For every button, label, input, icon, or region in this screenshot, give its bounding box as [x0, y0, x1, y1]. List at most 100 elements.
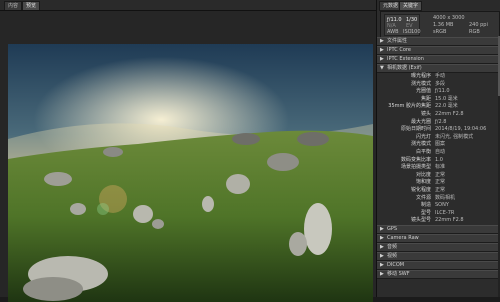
- exif-row: 焦距 15.0 毫米: [377, 96, 500, 103]
- exif-row: 制造 SONY: [377, 202, 500, 209]
- exif-key: 白平衡: [415, 149, 431, 155]
- exif-value: 数码相机: [435, 194, 456, 201]
- section-video[interactable]: ▶ 视频: [377, 252, 500, 261]
- exif-row: 35mm 胶片的焦距 22.0 毫米: [377, 103, 500, 110]
- exif-key: 镜头: [420, 111, 431, 117]
- exif-value: ILCE-7R: [435, 209, 455, 216]
- exif-row: 最大光圈 ƒ/2.8: [377, 119, 500, 126]
- tab-content[interactable]: 内容: [4, 1, 23, 10]
- section-gps[interactable]: ▶ GPS: [377, 225, 500, 234]
- section-iptc-extension[interactable]: ▶ IPTC Extension: [377, 55, 500, 64]
- exif-value: 2014/8/19, 19:04:06: [435, 126, 487, 133]
- awb-label: AWB: [387, 29, 399, 35]
- section-label: Camera Raw: [387, 235, 419, 241]
- exif-row: 场景拍摄类型 标准: [377, 164, 500, 171]
- exif-key: 曝光程序: [410, 73, 431, 79]
- exif-row: 镜头型号 22mm F2.8: [377, 217, 500, 224]
- exif-key: 光圈值: [415, 88, 431, 95]
- exif-key: 型号: [420, 209, 431, 216]
- chevron-right-icon: ▶: [380, 271, 384, 277]
- landscape-photo: [8, 44, 373, 302]
- exif-value: 22.0 毫米: [435, 103, 458, 110]
- exif-row: 白平衡 自动: [377, 149, 500, 156]
- metadata-panel: 元数据 关键字 ƒ/11.0 1/30 N/A EV AWB ISO 100 4…: [376, 0, 500, 297]
- exif-row: 锐化程度 正常: [377, 187, 500, 194]
- exif-key: 对比度: [415, 171, 431, 178]
- exif-key: 闪光灯: [415, 133, 431, 140]
- section-label: GPS: [387, 226, 398, 232]
- preview-pane: [0, 11, 376, 302]
- exif-value: 15.0 毫米: [435, 95, 458, 102]
- section-label: 相机数据 (Exif): [387, 65, 422, 71]
- section-label: 文件属性: [387, 38, 408, 44]
- exif-value: 22mm F2.8: [435, 217, 464, 224]
- exif-key: 数码变焦比率: [400, 156, 431, 163]
- file-size: 1.36 MB: [433, 22, 454, 28]
- exif-value: 1.0: [435, 156, 443, 163]
- chevron-right-icon: ▶: [380, 47, 384, 53]
- exif-key: 最大光圈: [410, 118, 431, 125]
- section-label: 视频: [387, 253, 398, 259]
- exif-key: 制造: [420, 202, 431, 209]
- iso-value: 100: [411, 29, 421, 35]
- exif-key: 原始日期时间: [400, 126, 431, 133]
- exif-value: 22mm F2.8: [435, 111, 464, 117]
- exif-value: 多段: [435, 80, 446, 87]
- exif-value: 未闪光, 强制模式: [435, 133, 474, 140]
- exposure-summary: ƒ/11.0 1/30 N/A EV AWB ISO 100: [384, 14, 421, 36]
- section-label: IPTC Extension: [387, 56, 424, 62]
- resolution: 240 ppi: [469, 22, 488, 28]
- exif-row: 曝光程序 手动: [377, 73, 500, 80]
- exif-row: 数码变焦比率 1.0: [377, 157, 500, 164]
- exif-value: 手动: [435, 73, 446, 79]
- exif-value: 正常: [435, 187, 446, 193]
- exif-key: 35mm 胶片的焦距: [388, 103, 431, 110]
- exposure-info-box: ƒ/11.0 1/30 N/A EV AWB ISO 100 4000 x 30…: [380, 11, 500, 38]
- section-audio[interactable]: ▶ 音频: [377, 243, 500, 252]
- exif-row: 镜头 22mm F2.8: [377, 111, 500, 118]
- chevron-down-icon: ▼: [380, 65, 384, 71]
- section-exif[interactable]: ▼ 相机数据 (Exif): [377, 64, 500, 73]
- chevron-right-icon: ▶: [380, 262, 384, 268]
- tab-preview[interactable]: 预览: [22, 1, 41, 10]
- exif-row: 饱和度 正常: [377, 179, 500, 186]
- exif-value: SONY: [435, 202, 449, 209]
- section-label: DICOM: [387, 262, 405, 268]
- exif-value: ƒ/11.0: [435, 88, 450, 95]
- exif-key: 测光模式: [410, 80, 431, 87]
- chevron-right-icon: ▶: [380, 226, 384, 232]
- color-mode: RGB: [469, 29, 480, 35]
- section-file-properties[interactable]: ▶ 文件属性: [377, 37, 500, 46]
- exif-value: 标准: [435, 164, 446, 171]
- exif-row: 光圈值 ƒ/11.0: [377, 88, 500, 95]
- exif-row: 闪光灯 未闪光, 强制模式: [377, 134, 500, 141]
- exif-row: 测光模式 图案: [377, 141, 500, 148]
- section-dicom[interactable]: ▶ DICOM: [377, 261, 500, 270]
- exif-row: 测光模式 多段: [377, 81, 500, 88]
- section-iptc-core[interactable]: ▶ IPTC Core: [377, 46, 500, 55]
- panel-tab-bar: 元数据 关键字: [377, 0, 500, 11]
- chevron-right-icon: ▶: [380, 56, 384, 62]
- section-mobile-swf[interactable]: ▶ 移动 SWF: [377, 270, 500, 279]
- exif-key: 场景拍摄类型: [400, 164, 431, 171]
- tab-keywords[interactable]: 关键字: [399, 1, 423, 11]
- chevron-right-icon: ▶: [380, 38, 384, 44]
- exif-row: 对比度 正常: [377, 172, 500, 179]
- exif-value: 自动: [435, 149, 446, 155]
- section-label: IPTC Core: [387, 47, 411, 53]
- exif-key: 饱和度: [415, 179, 431, 186]
- section-label: 音频: [387, 244, 398, 250]
- preview-photo[interactable]: [8, 44, 373, 302]
- exif-value: 正常: [435, 171, 446, 178]
- exif-value: 图案: [435, 141, 446, 148]
- exif-key: 测光模式: [410, 141, 431, 148]
- exif-value: 正常: [435, 179, 446, 186]
- exif-key: 焦距: [420, 95, 431, 102]
- image-dimensions: 4000 x 3000: [433, 15, 465, 21]
- section-camera-raw[interactable]: ▶ Camera Raw: [377, 234, 500, 243]
- exif-key: 镜头型号: [410, 217, 431, 224]
- exif-key: 文件源: [415, 194, 431, 201]
- section-label: 移动 SWF: [387, 271, 410, 277]
- exif-row: 原始日期时间 2014/8/19, 19:04:06: [377, 126, 500, 133]
- exif-key: 锐化程度: [410, 187, 431, 193]
